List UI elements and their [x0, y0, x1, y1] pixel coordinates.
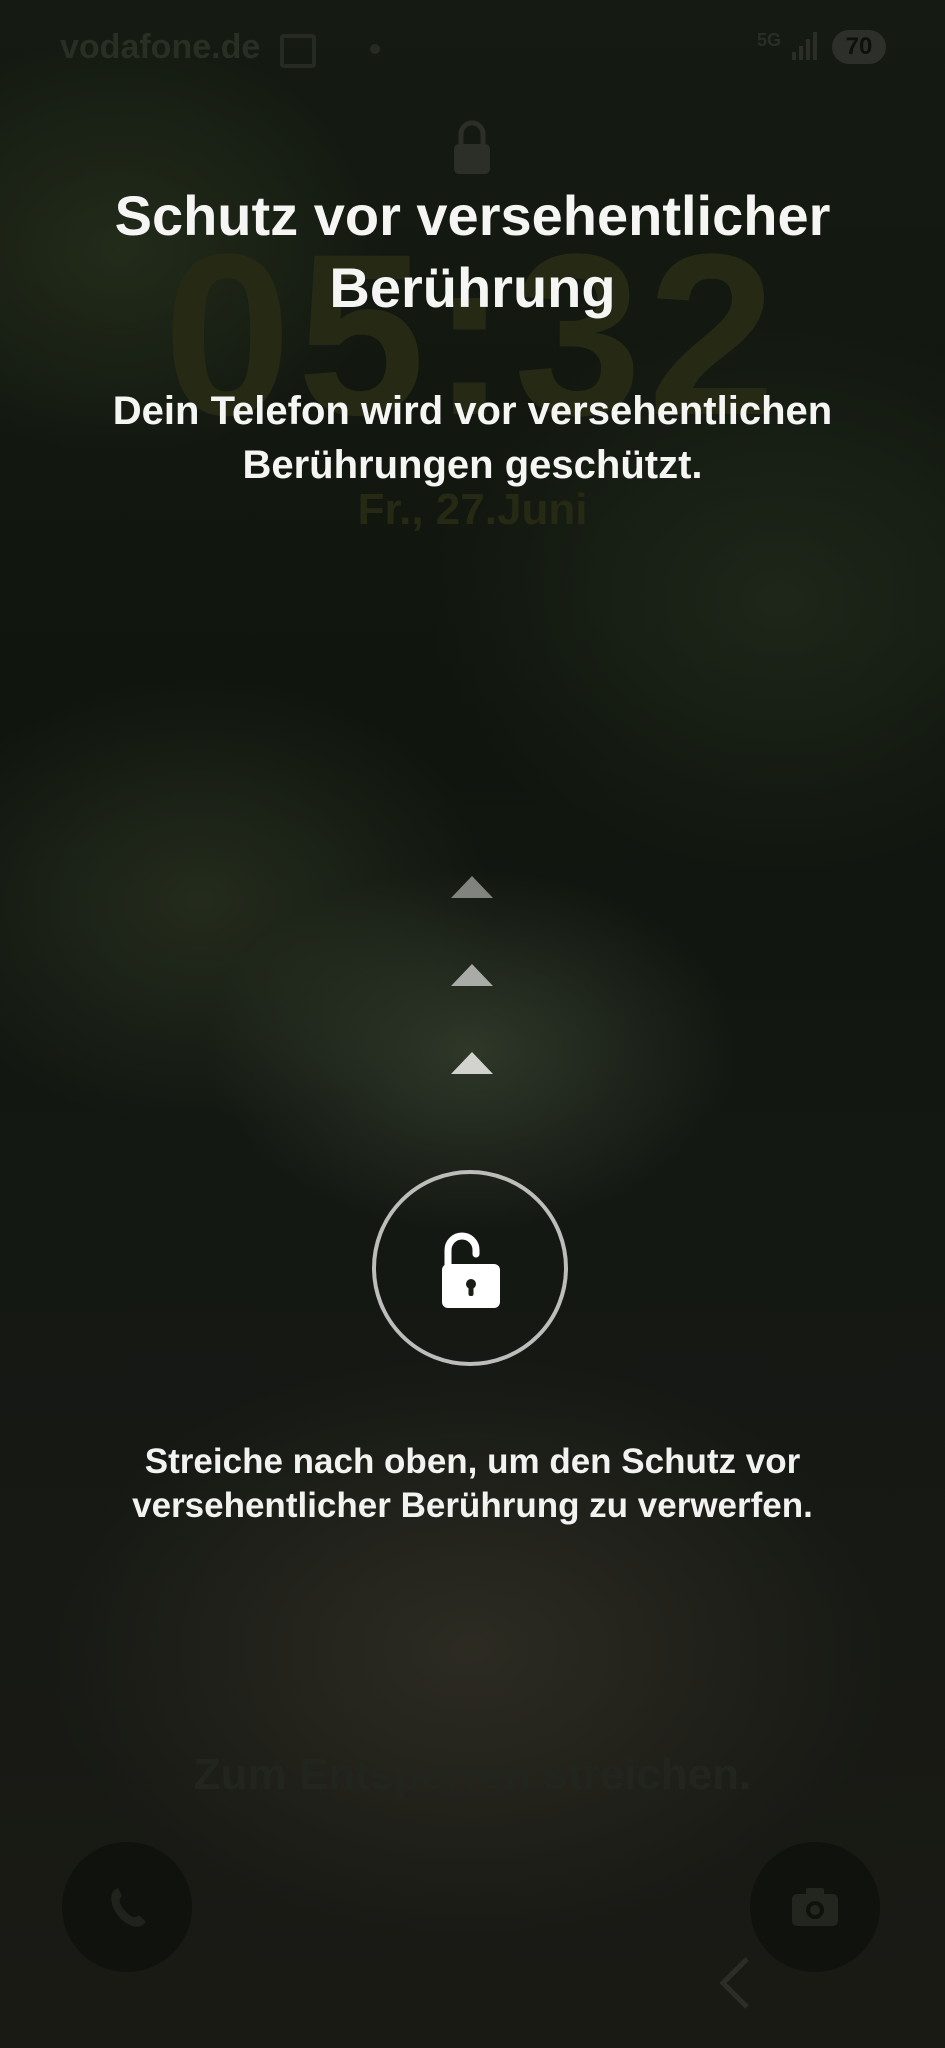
protection-description: Dein Telefon wird vor versehentlichen Be…	[112, 389, 833, 487]
accidental-touch-overlay: Schutz vor versehentlicher Berührung Dei…	[0, 0, 945, 2048]
chevron-up-icon	[451, 1052, 493, 1074]
chevron-up-icon	[451, 876, 493, 898]
protection-title: Schutz vor versehentlicher Berührung	[114, 184, 831, 319]
dismiss-instruction: Streiche nach oben, um den Schutz vor ve…	[132, 1442, 813, 1525]
open-padlock-icon	[442, 1232, 500, 1308]
chevron-up-icon	[451, 964, 493, 986]
screen: vodafone.de 5G 70 05:32 Fr., 27.Juni Zum…	[0, 0, 945, 2048]
swipe-unlock-handle[interactable]	[372, 1170, 568, 1366]
